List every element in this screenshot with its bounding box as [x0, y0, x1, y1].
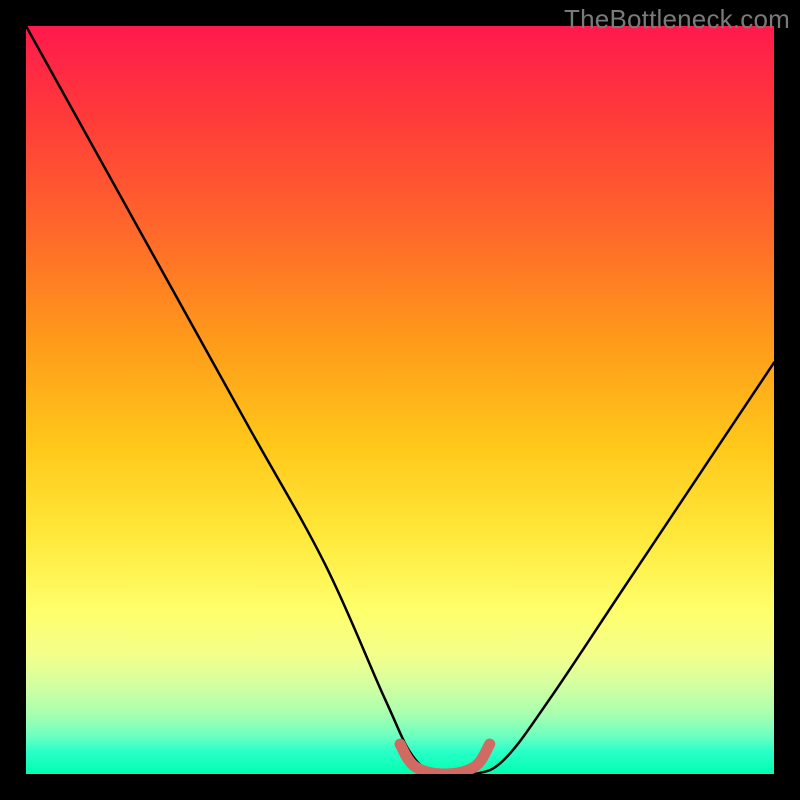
- chart-canvas: TheBottleneck.com: [0, 0, 800, 800]
- gradient-plot-area: [26, 26, 774, 774]
- bottleneck-curve: [26, 26, 774, 774]
- optimal-range-marker: [400, 744, 490, 774]
- watermark-text: TheBottleneck.com: [564, 4, 790, 35]
- curve-layer: [26, 26, 774, 774]
